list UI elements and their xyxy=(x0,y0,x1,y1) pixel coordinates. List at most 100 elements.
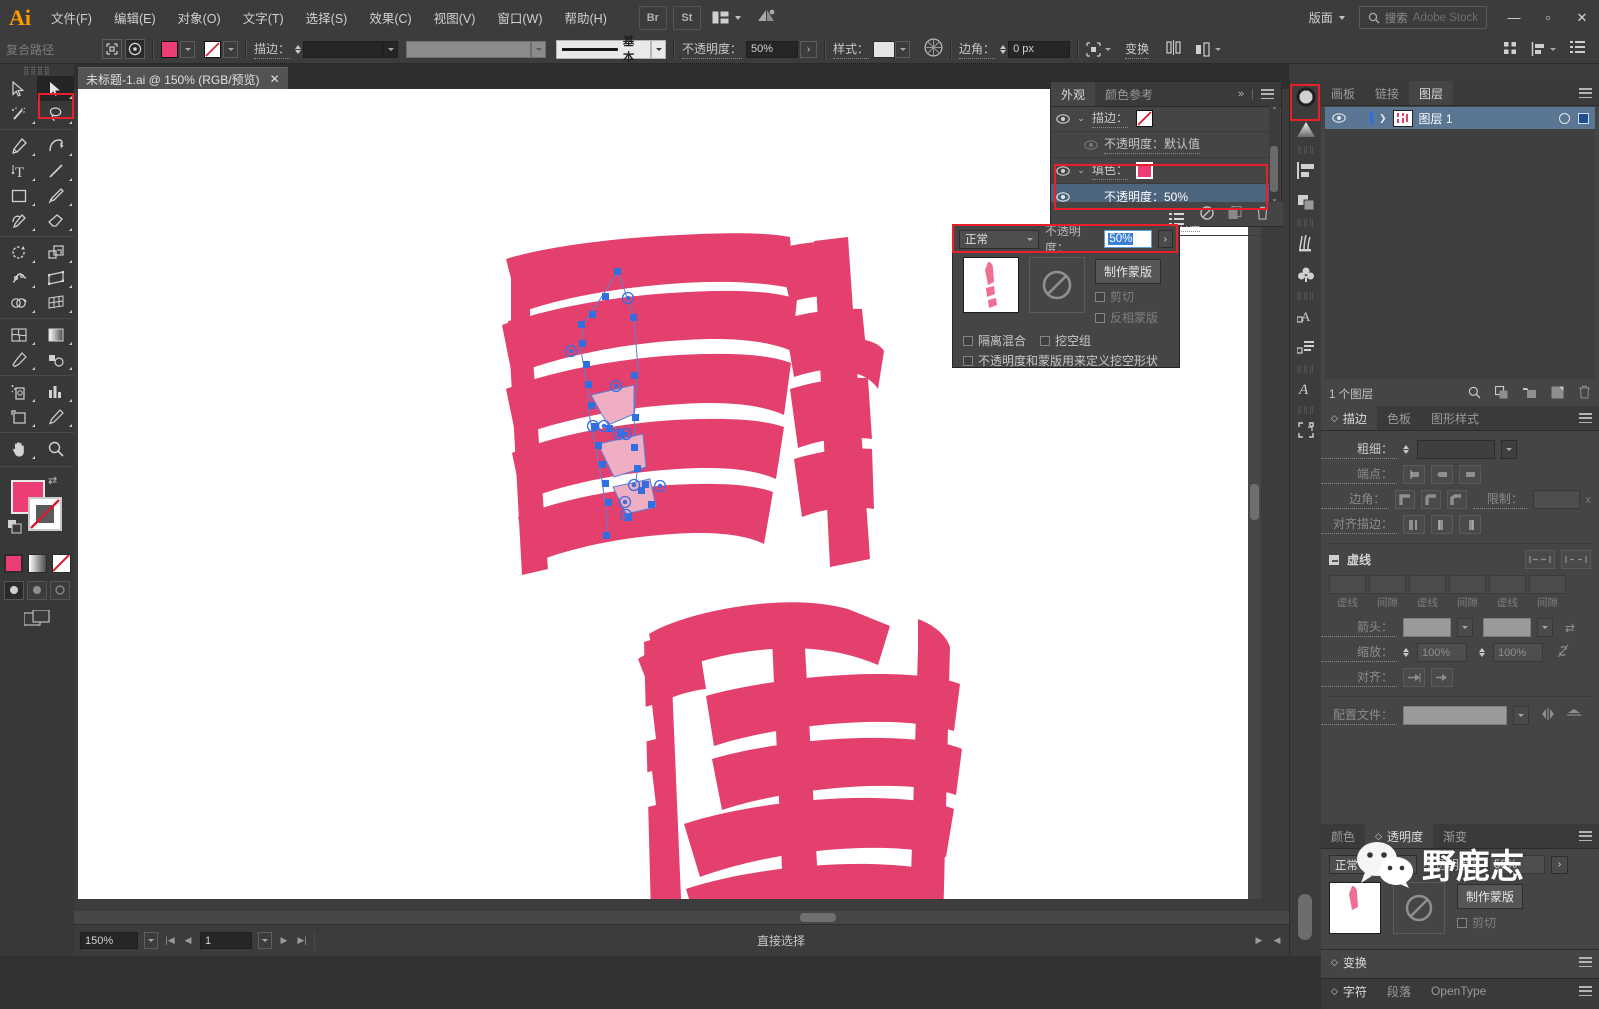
corner-radius-input[interactable]: 0 px xyxy=(1008,40,1071,58)
stroke-color-swatch[interactable] xyxy=(204,40,221,58)
close-button[interactable]: ✕ xyxy=(1565,1,1599,35)
gradient-rail-icon[interactable] xyxy=(1290,113,1322,145)
tab-artboards[interactable]: 画板 xyxy=(1321,81,1365,105)
status-collapse-button[interactable]: ◀ xyxy=(1271,935,1283,946)
expand-layer-icon[interactable]: ❯ xyxy=(1379,113,1387,124)
visibility-eye-icon[interactable] xyxy=(1055,112,1070,126)
arrow-scale-input-1[interactable]: 100% xyxy=(1417,643,1467,662)
swap-fill-stroke-icon[interactable]: ⇄ xyxy=(48,474,57,487)
column-graph-tool[interactable] xyxy=(37,379,74,404)
tab-links[interactable]: 链接 xyxy=(1365,81,1409,105)
appearance-scroll-thumb[interactable] xyxy=(1270,146,1278,192)
arrange-grid-icon[interactable] xyxy=(1503,41,1517,58)
eraser-tool[interactable] xyxy=(37,208,74,233)
stroke-variable-width-dropdown[interactable] xyxy=(531,40,547,58)
align-rail-icon[interactable] xyxy=(1290,154,1322,186)
panel-menu-icon[interactable] xyxy=(1579,88,1592,98)
layer-name[interactable]: 图层 1 xyxy=(1419,110,1453,127)
miter-join-button[interactable] xyxy=(1395,490,1416,509)
popup-opacity-expand-button[interactable]: › xyxy=(1157,230,1174,248)
stroke-weight-stepper[interactable] xyxy=(295,44,302,54)
visibility-eye-icon[interactable] xyxy=(1331,111,1346,125)
extend-arrow-beyond-end-button[interactable] xyxy=(1403,668,1425,687)
tab-color[interactable]: 颜色 xyxy=(1321,824,1365,848)
layer-row[interactable]: ❯ 图层 1 xyxy=(1325,107,1595,129)
hand-tool[interactable] xyxy=(0,436,37,461)
stroke-weight-input[interactable] xyxy=(1417,440,1495,459)
default-fill-stroke-icon[interactable] xyxy=(8,520,22,537)
isolate-selected-group-button[interactable] xyxy=(102,39,122,59)
next-artboard-button[interactable]: ▶ xyxy=(278,935,290,946)
panel-menu-icon[interactable] xyxy=(1579,413,1592,423)
round-join-button[interactable] xyxy=(1421,490,1441,509)
paintbrush-tool[interactable] xyxy=(37,183,74,208)
arrow-scale-input-2[interactable]: 100% xyxy=(1493,643,1543,662)
tab-color-guide[interactable]: 颜色参考 xyxy=(1095,82,1163,106)
align-panel-icon[interactable] xyxy=(1531,42,1556,56)
symbols-rail-icon[interactable] xyxy=(1290,259,1322,291)
width-tool[interactable] xyxy=(0,265,37,290)
appearance-row-stroke[interactable]: ⌄ 描边： xyxy=(1051,106,1271,132)
dashed-line-checkbox[interactable] xyxy=(1329,554,1339,565)
opacity-expand-button[interactable]: › xyxy=(800,40,818,58)
flip-along-icon[interactable] xyxy=(1541,708,1555,723)
type-tool[interactable]: T xyxy=(0,158,37,183)
maximize-button[interactable]: ▫ xyxy=(1531,1,1565,35)
chevron-down-icon[interactable]: ⌄ xyxy=(1076,165,1086,176)
document-setup-icon[interactable] xyxy=(1570,41,1585,57)
none-button[interactable] xyxy=(51,554,71,573)
align-stroke-inside-button[interactable] xyxy=(1431,515,1453,534)
canvas-horizontal-scrollbar[interactable] xyxy=(74,911,1289,924)
align-objects-icon[interactable] xyxy=(1165,40,1182,58)
tools-panel-grip[interactable]: ⣿⣿⣿⣿ xyxy=(0,64,74,76)
artboard-number-input[interactable]: 1 xyxy=(200,932,252,949)
free-transform-tool[interactable] xyxy=(37,265,74,290)
stroke-weight-stepper[interactable] xyxy=(1403,445,1409,454)
place-arrow-at-end-button[interactable] xyxy=(1431,668,1453,687)
panel-opacity-input[interactable]: 50% xyxy=(1489,855,1546,874)
appearance-row-stroke-opacity[interactable]: 不透明度：默认值 xyxy=(1051,132,1271,158)
tab-transform[interactable]: ◇ 变换 xyxy=(1321,950,1377,974)
curvature-tool[interactable] xyxy=(37,133,74,158)
artboard-dropdown[interactable] xyxy=(258,932,272,949)
link-scales-icon[interactable] xyxy=(1557,644,1569,661)
tab-appearance[interactable]: 外观 xyxy=(1051,82,1096,106)
selection-indicator[interactable] xyxy=(1578,112,1589,124)
shape-builder-tool[interactable] xyxy=(0,290,37,315)
layout-switcher[interactable]: 版面 xyxy=(1309,9,1345,26)
color-button[interactable] xyxy=(3,554,23,573)
arrowhead-end-select[interactable] xyxy=(1483,618,1531,637)
butt-cap-button[interactable] xyxy=(1403,465,1425,484)
panel-make-mask-button[interactable]: 制作蒙版 xyxy=(1457,884,1524,909)
menu-effect[interactable]: 效果(C) xyxy=(358,0,422,35)
corner-stepper[interactable] xyxy=(1000,44,1007,54)
arrowhead-start-select[interactable] xyxy=(1403,618,1451,637)
zoom-dropdown[interactable] xyxy=(144,932,158,949)
document-tab[interactable]: 未标题-1.ai @ 150% (RGB/预览) ✕ xyxy=(78,67,288,90)
menu-type[interactable]: 文字(T) xyxy=(232,0,295,35)
menu-edit[interactable]: 编辑(E) xyxy=(103,0,167,35)
shaper-tool[interactable] xyxy=(0,208,37,233)
canvas-horizontal-scroll-thumb[interactable] xyxy=(800,913,836,922)
clear-appearance-icon[interactable] xyxy=(1200,205,1214,223)
opacity-input[interactable]: 50% xyxy=(746,40,799,58)
pen-tool[interactable] xyxy=(0,133,37,158)
tab-opentype[interactable]: OpenType xyxy=(1421,979,1496,1003)
bridge-icon[interactable]: Br xyxy=(638,5,667,30)
direct-selection-tool[interactable] xyxy=(37,76,74,101)
stroke-profile-select[interactable] xyxy=(1403,706,1507,725)
prev-artboard-button[interactable]: ◀ xyxy=(182,935,194,946)
trash-icon[interactable] xyxy=(1256,206,1269,223)
dash-input-3[interactable] xyxy=(1489,575,1526,594)
menu-view[interactable]: 视图(V) xyxy=(423,0,487,35)
glyphs-rail-icon[interactable]: A xyxy=(1290,373,1322,405)
panel-menu-icon[interactable] xyxy=(1579,957,1592,967)
new-sublayer-icon[interactable] xyxy=(1522,386,1537,402)
menu-window[interactable]: 窗口(W) xyxy=(486,0,553,35)
delete-layer-icon[interactable] xyxy=(1578,385,1591,402)
duplicate-item-icon[interactable] xyxy=(1228,205,1242,223)
tab-gradient[interactable]: 渐变 xyxy=(1433,824,1477,848)
zoom-level-input[interactable]: 150% xyxy=(80,932,138,949)
make-clipping-mask-icon[interactable] xyxy=(1494,385,1508,402)
graphic-style-dropdown[interactable] xyxy=(895,40,911,58)
